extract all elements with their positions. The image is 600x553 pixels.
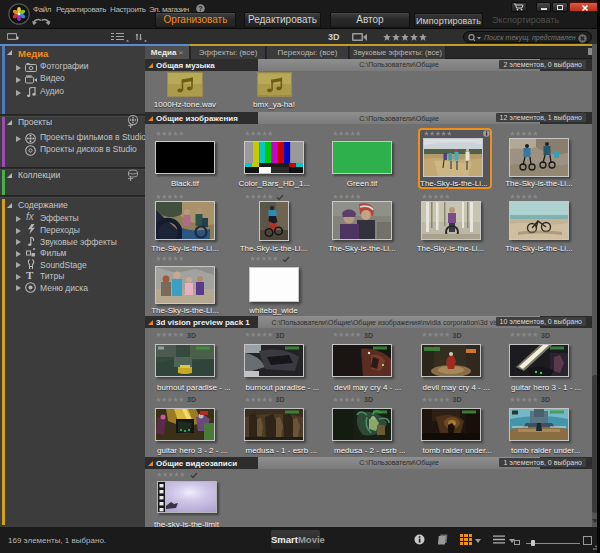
svg-text:?: ?	[198, 5, 202, 12]
